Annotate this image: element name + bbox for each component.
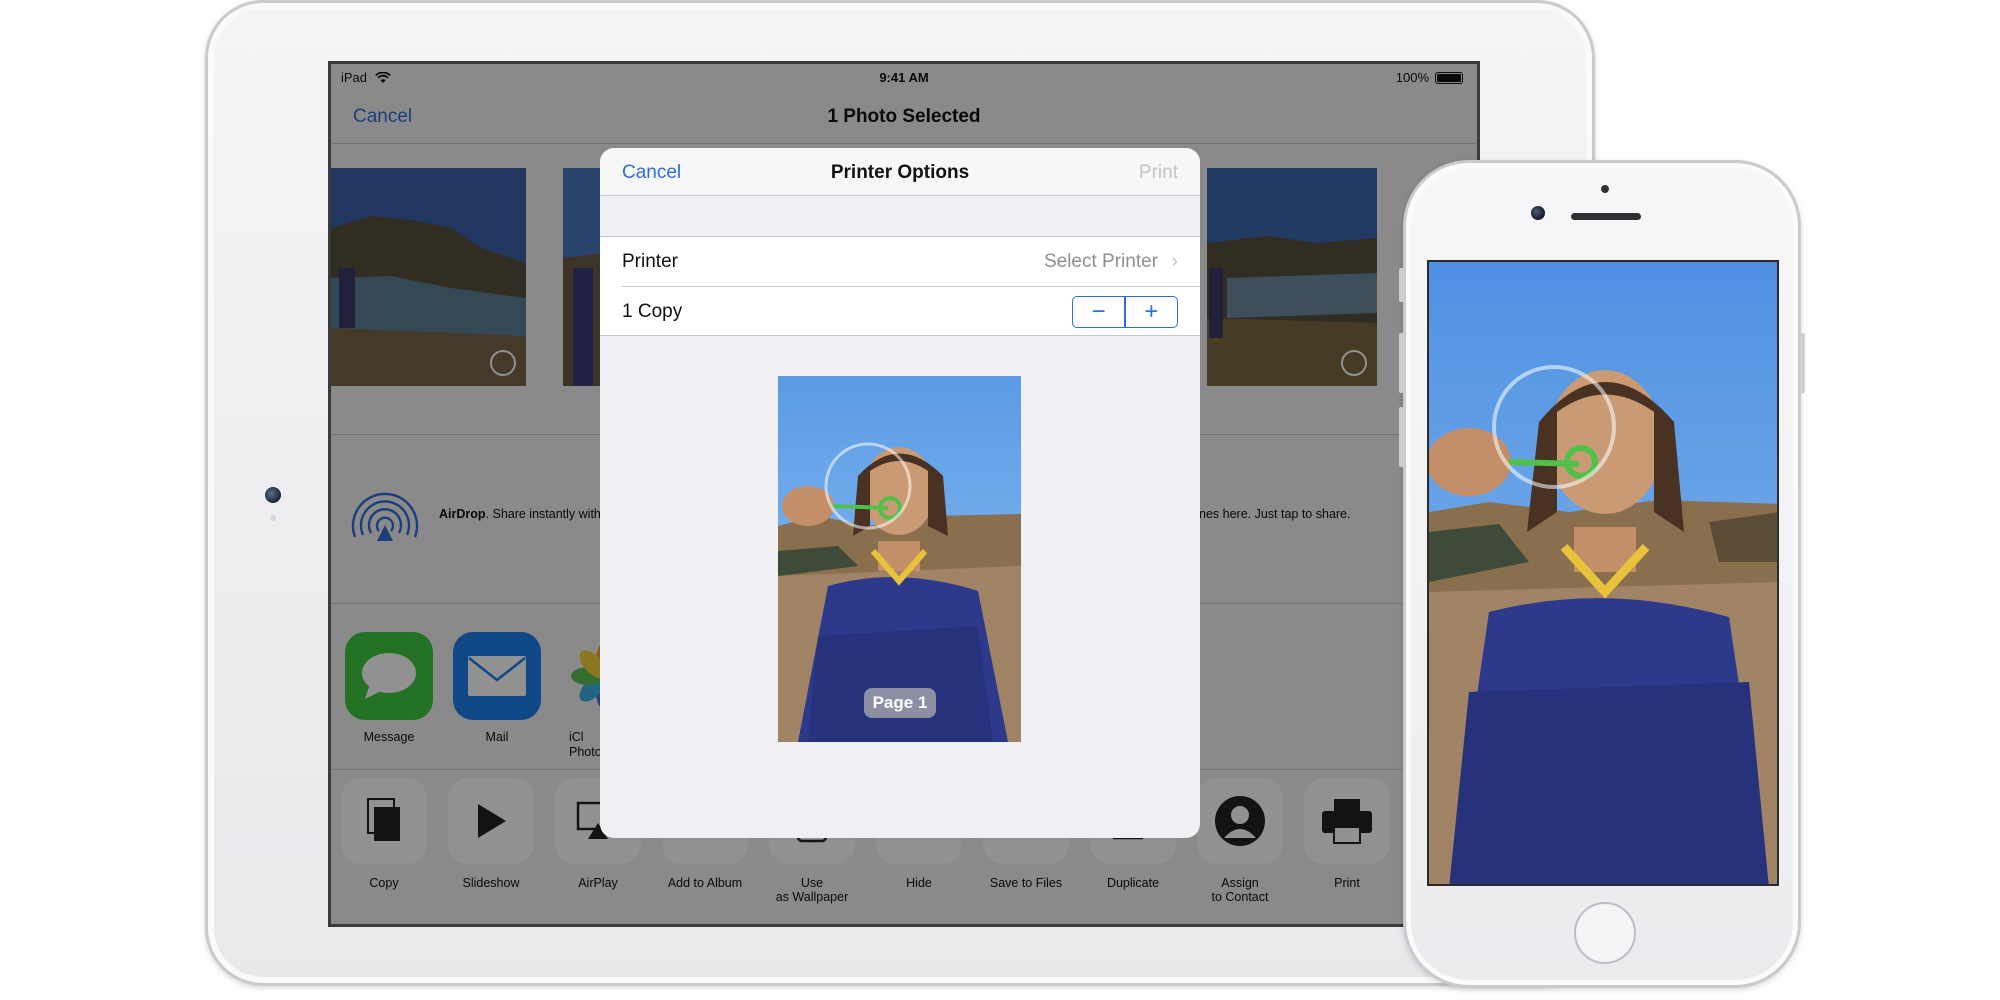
copies-stepper: − + (1072, 296, 1178, 328)
iphone-device (1399, 160, 1805, 988)
copies-row: 1 Copy − + (600, 287, 1200, 337)
iphone-volume-up (1399, 333, 1404, 393)
printer-options-title: Printer Options (830, 162, 970, 183)
print-preview[interactable]: Page 1 (778, 376, 1021, 742)
printer-select-row[interactable]: Printer Select Printer › (600, 237, 1200, 287)
page-badge: Page 1 (864, 688, 936, 718)
decrement-button[interactable]: − (1073, 297, 1124, 327)
iphone-front-camera (1531, 206, 1545, 220)
product-scene: iPad 9:41 AM 100% Cancel 1 Photo Selecte… (0, 0, 2000, 1000)
chevron-right-icon: › (1171, 251, 1178, 272)
copies-label: 1 Copy (622, 301, 683, 322)
print-button[interactable]: Print (1139, 162, 1178, 184)
printer-options-list: Printer Select Printer › 1 Copy − + (600, 236, 1200, 336)
ipad-sensor (270, 515, 276, 521)
printer-label: Printer (622, 251, 678, 272)
iphone-power-button (1800, 333, 1805, 393)
printer-value: Select Printer (1043, 251, 1158, 272)
iphone-volume-down (1399, 407, 1404, 467)
iphone-proximity-sensor (1601, 185, 1609, 193)
iphone-speaker (1571, 213, 1641, 220)
iphone-mute-switch (1399, 268, 1404, 302)
increment-button[interactable]: + (1126, 297, 1177, 327)
iphone-home-button[interactable] (1574, 902, 1636, 964)
iphone-screen (1427, 260, 1779, 886)
bubble-girl-photo (1429, 262, 1777, 884)
printer-options-header: Cancel Printer Options Print (600, 148, 1200, 196)
printer-options-dialog: Cancel Printer Options Print Printer Sel… (600, 148, 1200, 838)
ipad-front-camera (265, 487, 281, 503)
